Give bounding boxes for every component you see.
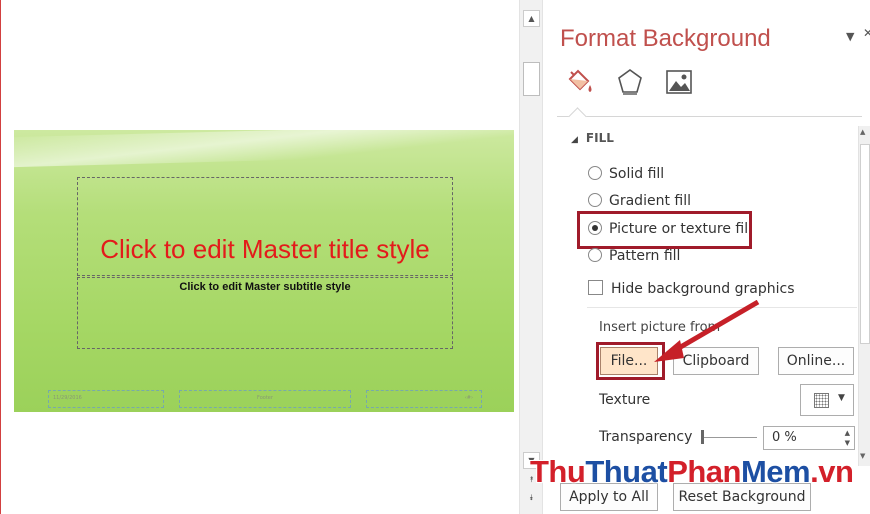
transparency-input[interactable]: 0 % ▲ ▼ — [763, 426, 855, 450]
pane-scroll-thumb[interactable] — [860, 144, 870, 344]
scroll-up-icon[interactable]: ▲ — [523, 10, 540, 27]
slide-number-placeholder[interactable]: ‹#› — [366, 390, 482, 408]
tab-divider — [557, 116, 862, 117]
gradient-fill-radio[interactable] — [588, 193, 602, 207]
watermark-part: .vn — [810, 454, 854, 489]
edit-area-scrollbar[interactable]: ▲ ▼ ⯭ ⯯ — [519, 0, 543, 514]
fill-section-label: FILL — [585, 131, 614, 145]
scroll-thumb[interactable] — [523, 62, 540, 96]
pane-options-icon[interactable]: ▼ — [846, 30, 854, 43]
active-tab-pointer — [568, 107, 587, 126]
picture-icon[interactable] — [663, 66, 695, 98]
scroll-up-icon[interactable]: ▲ — [860, 128, 865, 136]
pattern-fill-option[interactable]: Pattern fill — [588, 248, 680, 268]
solid-fill-option[interactable]: Solid fill — [588, 166, 664, 186]
footer-number: ‹#› — [464, 395, 473, 401]
effects-icon[interactable] — [614, 66, 646, 98]
fill-icon[interactable] — [563, 66, 595, 98]
transparency-slider-handle[interactable] — [701, 430, 704, 444]
pattern-fill-label: Pattern fill — [609, 248, 681, 264]
format-background-pane: Format Background ▼ ✕ ◢ FILL Solid fill G… — [543, 0, 870, 514]
footer-placeholder[interactable]: Footer — [179, 390, 351, 408]
slide-title: Click to edit Master title style — [100, 234, 430, 264]
collapse-triangle-icon: ◢ — [571, 135, 578, 145]
solid-fill-label: Solid fill — [609, 166, 665, 182]
slide-master[interactable]: Click to edit Master title style Click t… — [14, 130, 514, 412]
watermark-part: Thu — [530, 454, 586, 489]
slide-subtitle: Click to edit Master subtitle style — [179, 281, 351, 293]
texture-swatch — [814, 393, 829, 408]
spin-arrows-icon[interactable]: ▲ ▼ — [845, 428, 850, 448]
fill-section-header[interactable]: ◢ FILL — [571, 131, 614, 145]
annotation-arrow-icon — [654, 300, 760, 362]
hide-background-option[interactable]: Hide background graphics — [588, 280, 794, 297]
watermark-part: Mem — [740, 454, 811, 489]
hide-background-checkbox[interactable] — [588, 280, 603, 295]
gradient-fill-label: Gradient fill — [609, 193, 691, 209]
transparency-slider-track[interactable] — [703, 437, 757, 438]
next-slide-icon[interactable]: ⯯ — [523, 490, 540, 507]
transparency-label: Transparency — [599, 429, 693, 445]
pattern-fill-radio[interactable] — [588, 248, 602, 262]
slide-editing-area: Click to edit Master title style Click t… — [1, 0, 519, 514]
transparency-value: 0 % — [772, 430, 797, 445]
chevron-down-icon: ▼ — [838, 393, 845, 403]
texture-label: Texture — [599, 392, 651, 408]
subtitle-placeholder[interactable]: Click to edit Master subtitle style — [77, 277, 453, 349]
online-button[interactable]: Online... — [778, 347, 854, 375]
date-placeholder[interactable]: 11/29/2016 — [48, 390, 164, 408]
watermark-part: Thuat — [585, 454, 668, 489]
gradient-fill-option[interactable]: Gradient fill — [588, 193, 691, 213]
title-placeholder[interactable]: Click to edit Master title style — [77, 177, 453, 276]
picture-fill-highlight-box — [577, 211, 752, 249]
watermark-logo: ThuThuatPhanMem.vn — [530, 454, 854, 490]
solid-fill-radio[interactable] — [588, 166, 602, 180]
slide-light-streak — [14, 130, 514, 169]
footer-text: Footer — [257, 395, 273, 401]
footer-date: 11/29/2016 — [53, 395, 82, 401]
texture-dropdown[interactable]: ▼ — [800, 384, 854, 416]
hide-background-label: Hide background graphics — [611, 281, 795, 297]
close-icon[interactable]: ✕ — [863, 26, 870, 40]
scroll-down-icon[interactable]: ▼ — [860, 452, 865, 460]
pane-scrollbar[interactable]: ▲ ▼ — [858, 126, 870, 466]
watermark-part: Phan — [667, 454, 741, 489]
pane-title: Format Background — [560, 25, 771, 52]
